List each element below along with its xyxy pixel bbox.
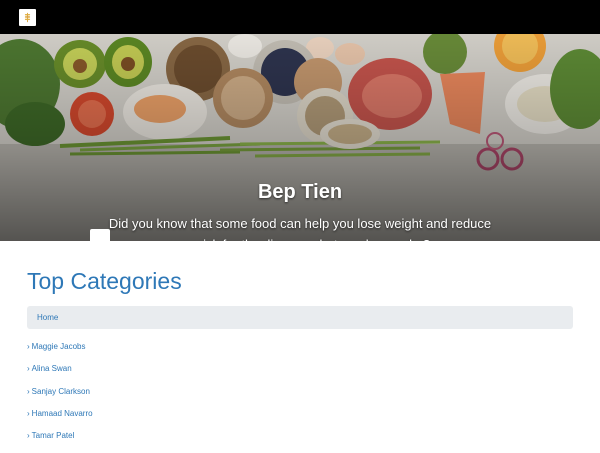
category-item[interactable]: › Hamaad Navarro bbox=[27, 409, 93, 431]
site-logo[interactable] bbox=[19, 9, 36, 26]
grain-logo-icon bbox=[24, 12, 31, 23]
category-link[interactable]: Hamaad Navarro bbox=[32, 409, 93, 418]
category-list: › Maggie Jacobs › Alina Swan › Sanjay Clark… bbox=[27, 342, 93, 453]
hero-description: Did you know that some food can help you… bbox=[108, 216, 492, 241]
category-item[interactable]: › Maggie Jacobs bbox=[27, 342, 93, 364]
category-link[interactable]: Sanjay Clarkson bbox=[32, 387, 90, 396]
chevron-right-icon: › bbox=[27, 364, 30, 374]
hero-title: Bep Tien bbox=[257, 181, 343, 203]
chevron-right-icon: › bbox=[27, 342, 30, 351]
category-link[interactable]: Alina Swan bbox=[32, 364, 72, 373]
chevron-right-icon: › bbox=[27, 431, 30, 441]
hero-banner: Bep Tien Did you know that some food can… bbox=[0, 34, 600, 241]
breadcrumb: Home bbox=[27, 306, 573, 329]
category-item[interactable]: › Alina Swan bbox=[27, 364, 93, 386]
hero-food-image bbox=[0, 34, 600, 241]
hero-tab-marker bbox=[90, 229, 110, 241]
top-navbar bbox=[0, 0, 600, 34]
breadcrumb-home-link[interactable]: Home bbox=[37, 313, 58, 322]
section-title: Top Categories bbox=[27, 268, 182, 294]
category-item[interactable]: › Sanjay Clarkson bbox=[27, 387, 93, 409]
chevron-right-icon: › bbox=[27, 386, 30, 396]
chevron-right-icon: › bbox=[27, 408, 30, 418]
category-link[interactable]: Maggie Jacobs bbox=[32, 342, 86, 351]
category-link[interactable]: Tamar Patel bbox=[32, 431, 75, 440]
